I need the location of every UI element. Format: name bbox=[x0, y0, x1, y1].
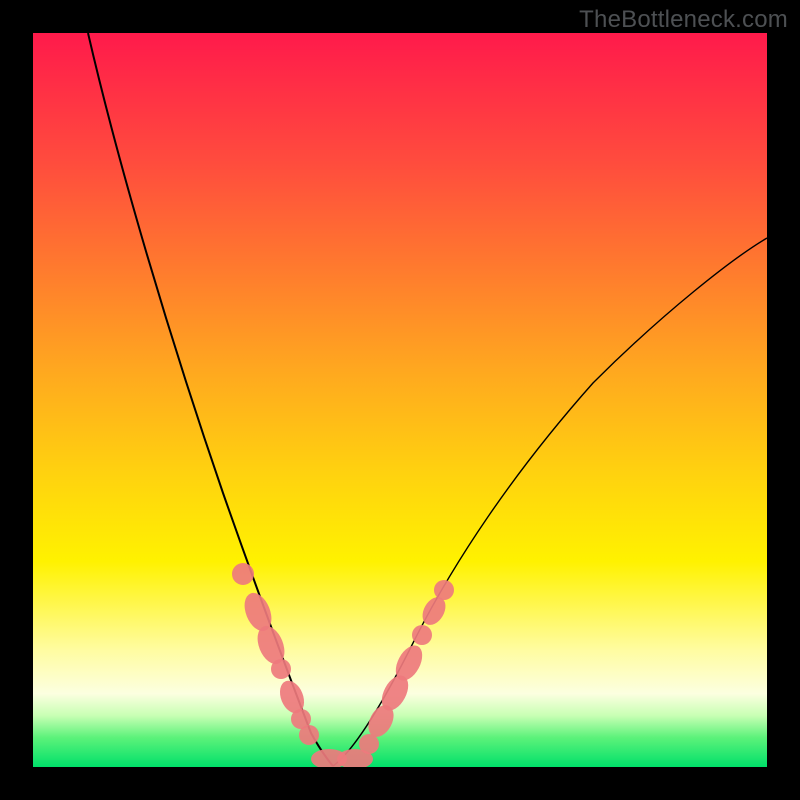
highlight-dot bbox=[299, 725, 319, 745]
chart-frame: TheBottleneck.com bbox=[0, 0, 800, 800]
plot-area bbox=[33, 33, 767, 767]
highlight-dot bbox=[434, 580, 454, 600]
highlight-dot bbox=[412, 625, 432, 645]
left-curve bbox=[88, 33, 333, 766]
curve-overlay bbox=[33, 33, 767, 767]
highlight-dot bbox=[359, 734, 379, 754]
highlight-dot bbox=[271, 659, 291, 679]
highlight-dot bbox=[232, 563, 254, 585]
watermark-text: TheBottleneck.com bbox=[579, 6, 788, 34]
